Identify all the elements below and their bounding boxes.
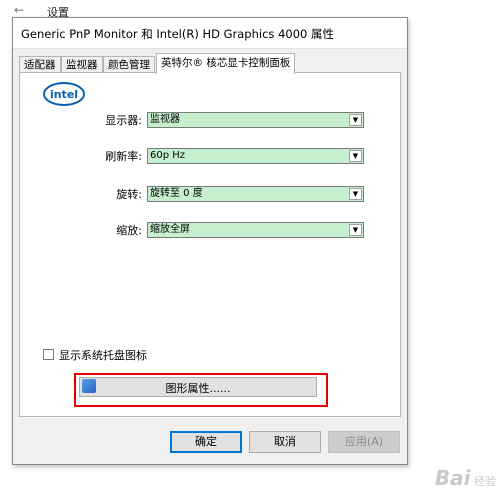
tab-intel-graphics-panel[interactable]: 英特尔® 核芯显卡控制面板 <box>156 53 296 74</box>
tray-icon-checkbox[interactable] <box>43 349 54 360</box>
refresh-rate-label: 刷新率: <box>105 150 142 163</box>
refresh-rate-value: 60p Hz <box>150 150 186 161</box>
back-arrow-icon[interactable]: ← <box>14 4 26 16</box>
display-label: 显示器: <box>105 114 142 127</box>
graphics-properties-label: 图形属性...... <box>165 382 231 395</box>
apply-button[interactable]: 应用(A) <box>328 431 400 453</box>
tab-color-management[interactable]: 颜色管理 <box>103 56 155 73</box>
tab-monitor[interactable]: 监视器 <box>61 56 103 73</box>
tab-adapter[interactable]: 适配器 <box>19 56 61 73</box>
rotation-label: 旋转: <box>116 188 142 201</box>
display-select[interactable]: 监视器 ▼ <box>147 112 364 128</box>
intel-panel: intel 显示器: 监视器 ▼ 刷新率: 60p Hz ▼ 旋转: 旋转至 0… <box>19 72 401 417</box>
rotation-value: 旋转至 0 度 <box>150 188 203 199</box>
dialog-title: Generic PnP Monitor 和 Intel(R) HD Graphi… <box>21 27 334 41</box>
tray-icon-label: 显示系统托盘图标 <box>59 349 147 362</box>
chevron-down-icon[interactable]: ▼ <box>349 150 362 162</box>
scaling-select[interactable]: 缩放全屏 ▼ <box>147 222 364 238</box>
chevron-down-icon[interactable]: ▼ <box>349 114 362 126</box>
chevron-down-icon[interactable]: ▼ <box>349 188 362 200</box>
cancel-button[interactable]: 取消 <box>249 431 321 453</box>
tray-icon-option[interactable]: 显示系统托盘图标 <box>43 347 147 363</box>
rotation-select[interactable]: 旋转至 0 度 ▼ <box>147 186 364 202</box>
svg-text:intel: intel <box>50 88 78 101</box>
watermark-sub: 经验 <box>474 475 496 488</box>
display-value: 监视器 <box>150 114 180 125</box>
properties-dialog: Generic PnP Monitor 和 Intel(R) HD Graphi… <box>12 17 408 465</box>
ok-button[interactable]: 确定 <box>170 431 242 453</box>
baidu-watermark: Bai 经验 <box>435 466 496 490</box>
refresh-rate-select[interactable]: 60p Hz ▼ <box>147 148 364 164</box>
dialog-titlebar[interactable]: Generic PnP Monitor 和 Intel(R) HD Graphi… <box>13 18 407 49</box>
watermark-brand: Bai <box>434 466 471 490</box>
scaling-label: 缩放: <box>116 224 142 237</box>
scaling-value: 缩放全屏 <box>150 224 190 235</box>
graphics-properties-button[interactable]: 图形属性...... <box>79 377 317 397</box>
chevron-down-icon[interactable]: ▼ <box>349 224 362 236</box>
intel-logo: intel <box>43 82 85 106</box>
